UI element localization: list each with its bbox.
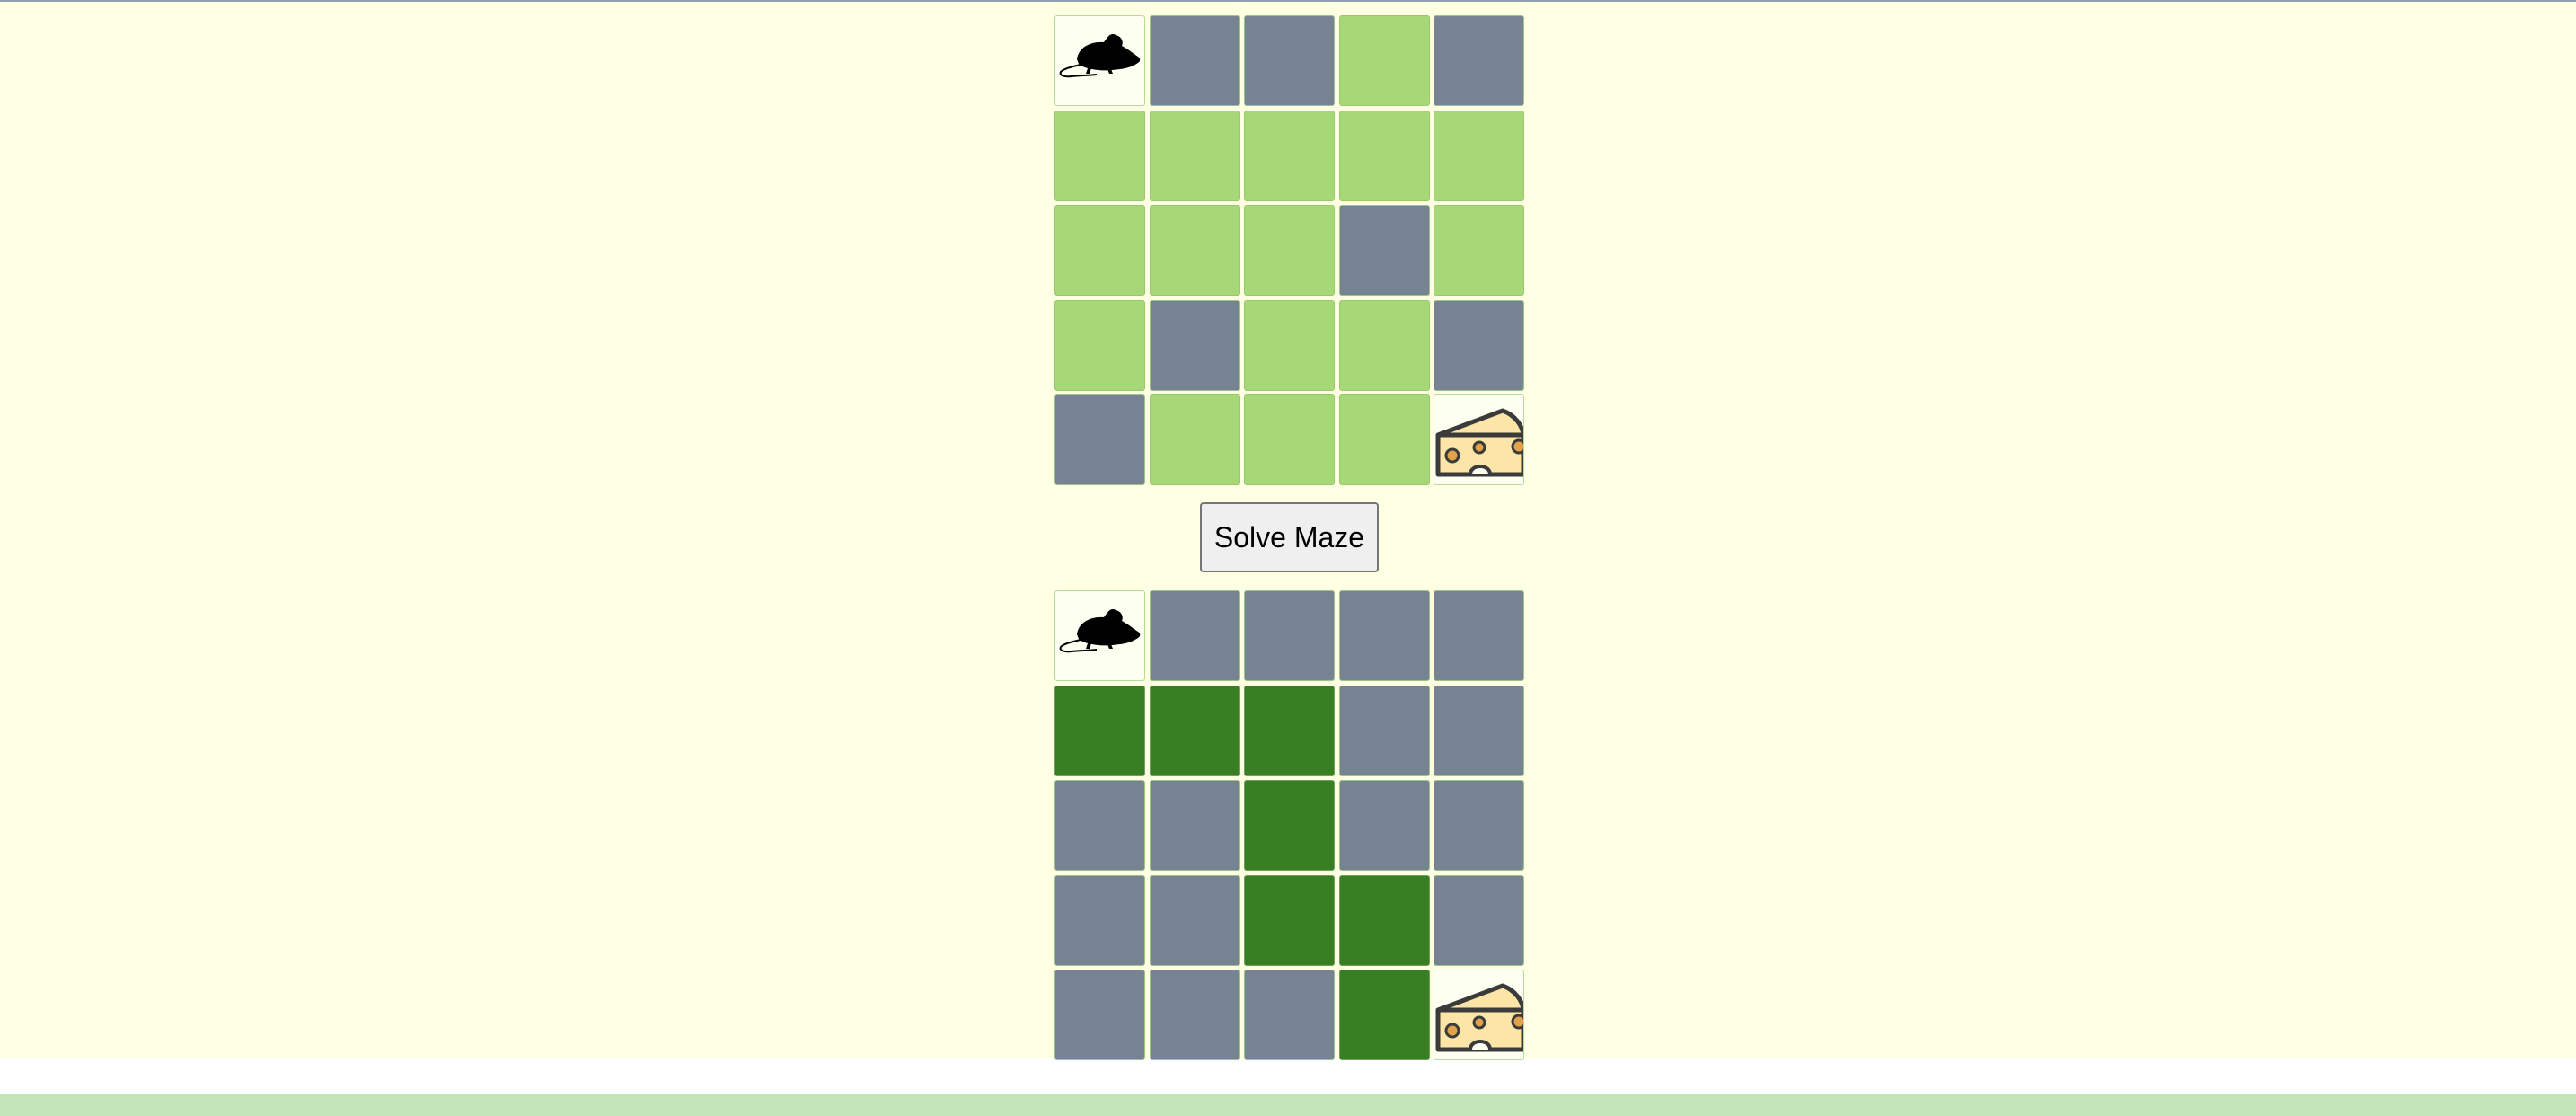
maze-open-cell xyxy=(1244,300,1335,391)
maze-open-cell xyxy=(1339,300,1430,391)
page-gap xyxy=(0,1058,2576,1094)
solution-path-cell xyxy=(1054,686,1145,776)
solution-wall-cell xyxy=(1434,590,1524,681)
solution-wall-cell xyxy=(1150,780,1240,871)
solution-path-cell xyxy=(1244,875,1335,966)
maze-wall-cell xyxy=(1150,15,1240,106)
maze-open-cell xyxy=(1339,15,1430,106)
solution-wall-cell xyxy=(1339,590,1430,681)
solution-wall-cell xyxy=(1054,780,1145,871)
solution-wall-cell xyxy=(1244,590,1335,681)
solution-wall-cell xyxy=(1150,970,1240,1060)
maze-wall-cell xyxy=(1339,205,1430,296)
solution-wall-cell xyxy=(1434,686,1524,776)
solution-path-cell xyxy=(1244,686,1335,776)
footer-bar xyxy=(0,1094,2576,1116)
solution-wall-cell xyxy=(1244,970,1335,1060)
maze-open-cell xyxy=(1434,205,1524,296)
solution-wall-cell xyxy=(1150,590,1240,681)
solution-wall-cell xyxy=(1054,970,1145,1060)
maze-open-cell xyxy=(1244,394,1335,485)
page: Solve Maze xyxy=(0,0,2576,1116)
maze-wall-cell xyxy=(1244,15,1335,106)
solution-wall-cell xyxy=(1434,780,1524,871)
maze-open-cell xyxy=(1434,111,1524,201)
maze-wall-cell xyxy=(1434,300,1524,391)
solution-wall-cell xyxy=(1150,875,1240,966)
maze-open-cell xyxy=(1150,111,1240,201)
solve-maze-button[interactable]: Solve Maze xyxy=(1200,502,1379,572)
solution-path-cell xyxy=(1150,686,1240,776)
solution-path-cell xyxy=(1339,875,1430,966)
maze-open-cell xyxy=(1054,111,1145,201)
maze-open-cell xyxy=(1339,111,1430,201)
maze-start-cell xyxy=(1054,15,1145,106)
maze-open-cell xyxy=(1054,300,1145,391)
solution-wall-cell xyxy=(1339,780,1430,871)
solution-goal-cell xyxy=(1434,970,1524,1060)
maze-open-cell xyxy=(1244,111,1335,201)
maze-open-cell xyxy=(1339,394,1430,485)
maze-open-cell xyxy=(1244,205,1335,296)
solution-path-cell xyxy=(1244,780,1335,871)
solution-start-cell xyxy=(1054,590,1145,681)
solution-grid xyxy=(1054,590,1525,1060)
solution-wall-cell xyxy=(1339,686,1430,776)
maze-grid xyxy=(1054,15,1525,485)
maze-wall-cell xyxy=(1054,394,1145,485)
solution-wall-cell xyxy=(1054,875,1145,966)
solution-path-cell xyxy=(1339,970,1430,1060)
maze-open-cell xyxy=(1150,205,1240,296)
maze-wall-cell xyxy=(1150,300,1240,391)
maze-goal-cell xyxy=(1434,394,1524,485)
maze-open-cell xyxy=(1150,394,1240,485)
maze-wall-cell xyxy=(1434,15,1524,106)
solution-wall-cell xyxy=(1434,875,1524,966)
maze-open-cell xyxy=(1054,205,1145,296)
